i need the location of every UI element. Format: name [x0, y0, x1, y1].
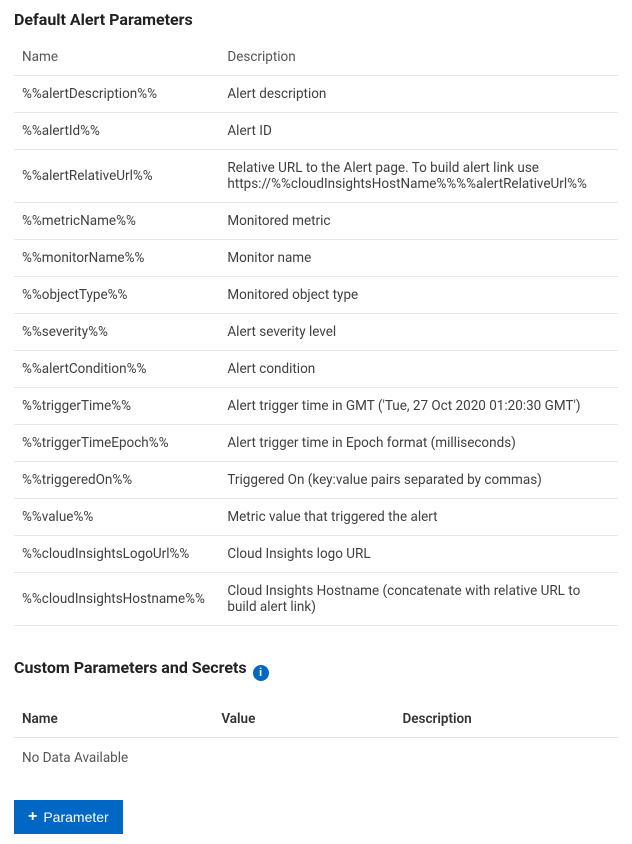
param-name: %%triggerTime%%: [14, 388, 219, 425]
custom-col-description: Description: [395, 701, 619, 738]
param-name: %%cloudInsightsHostname%%: [14, 573, 219, 626]
default-section-title: Default Alert Parameters: [14, 10, 618, 29]
table-row: %%severity%%Alert severity level: [14, 314, 618, 351]
param-description: Triggered On (key:value pairs separated …: [219, 462, 618, 499]
custom-col-name: Name: [14, 701, 213, 738]
param-name: %%monitorName%%: [14, 240, 219, 277]
param-description: Alert severity level: [219, 314, 618, 351]
default-col-name: Name: [14, 39, 219, 76]
param-description: Alert trigger time in Epoch format (mill…: [219, 425, 618, 462]
table-row: %%triggerTimeEpoch%%Alert trigger time i…: [14, 425, 618, 462]
param-description: Alert description: [219, 76, 618, 113]
param-name: %%triggerTimeEpoch%%: [14, 425, 219, 462]
custom-section-title: Custom Parameters and Secrets: [14, 658, 247, 677]
add-parameter-button[interactable]: + Parameter: [14, 800, 123, 834]
add-parameter-label: Parameter: [43, 809, 108, 825]
table-row: %%cloudInsightsLogoUrl%%Cloud Insights l…: [14, 536, 618, 573]
param-name: %%objectType%%: [14, 277, 219, 314]
param-description: Cloud Insights logo URL: [219, 536, 618, 573]
param-name: %%alertCondition%%: [14, 351, 219, 388]
param-description: Monitored metric: [219, 203, 618, 240]
table-row: %%value%%Metric value that triggered the…: [14, 499, 618, 536]
default-col-description: Description: [219, 39, 618, 76]
table-row: %%alertDescription%%Alert description: [14, 76, 618, 113]
table-row: %%monitorName%%Monitor name: [14, 240, 618, 277]
param-name: %%alertRelativeUrl%%: [14, 150, 219, 203]
plus-icon: +: [28, 809, 37, 825]
table-row: %%triggerTime%%Alert trigger time in GMT…: [14, 388, 618, 425]
table-row: %%metricName%%Monitored metric: [14, 203, 618, 240]
info-icon[interactable]: i: [253, 665, 269, 681]
param-name: %%alertId%%: [14, 113, 219, 150]
table-row: %%objectType%%Monitored object type: [14, 277, 618, 314]
custom-parameters-table: Name Value Description No Data Available: [14, 701, 618, 778]
param-description: Alert ID: [219, 113, 618, 150]
param-description: Relative URL to the Alert page. To build…: [219, 150, 618, 203]
table-row: %%cloudInsightsHostname%%Cloud Insights …: [14, 573, 618, 626]
table-row: %%alertId%%Alert ID: [14, 113, 618, 150]
param-name: %%severity%%: [14, 314, 219, 351]
default-parameters-table: Name Description %%alertDescription%%Ale…: [14, 39, 618, 626]
param-description: Metric value that triggered the alert: [219, 499, 618, 536]
param-description: Monitor name: [219, 240, 618, 277]
param-description: Cloud Insights Hostname (concatenate wit…: [219, 573, 618, 626]
param-description: Alert condition: [219, 351, 618, 388]
param-name: %%metricName%%: [14, 203, 219, 240]
param-name: %%value%%: [14, 499, 219, 536]
table-row: %%triggeredOn%%Triggered On (key:value p…: [14, 462, 618, 499]
param-name: %%triggeredOn%%: [14, 462, 219, 499]
table-row: %%alertRelativeUrl%%Relative URL to the …: [14, 150, 618, 203]
table-row: %%alertCondition%%Alert condition: [14, 351, 618, 388]
no-data-message: No Data Available: [14, 738, 618, 779]
param-description: Monitored object type: [219, 277, 618, 314]
param-description: Alert trigger time in GMT ('Tue, 27 Oct …: [219, 388, 618, 425]
custom-col-value: Value: [213, 701, 394, 738]
param-name: %%alertDescription%%: [14, 76, 219, 113]
param-name: %%cloudInsightsLogoUrl%%: [14, 536, 219, 573]
